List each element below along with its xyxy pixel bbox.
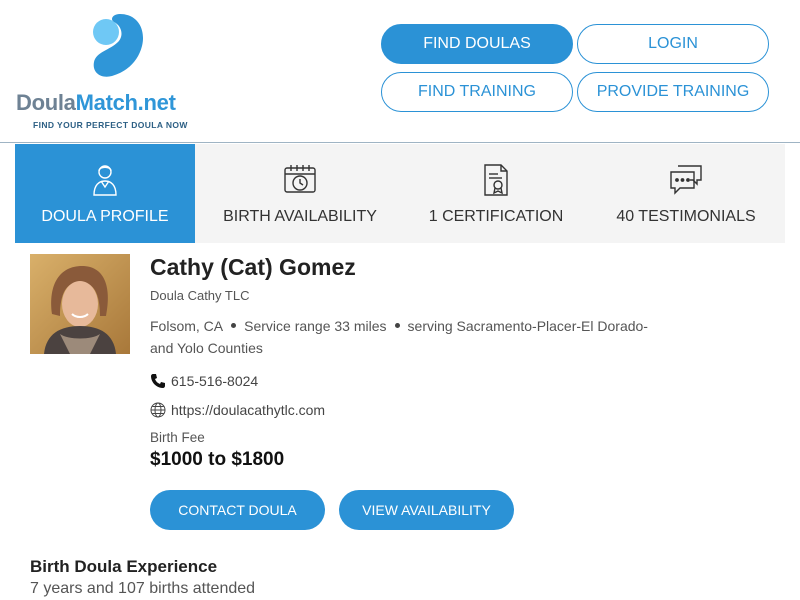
separator-dot: [231, 323, 237, 329]
site-header: DoulaMatch.net FIND YOUR PERFECT DOULA N…: [0, 0, 800, 143]
provide-training-button[interactable]: PROVIDE TRAINING: [577, 72, 769, 112]
brand-tagline: FIND YOUR PERFECT DOULA NOW: [33, 120, 188, 130]
login-button[interactable]: LOGIN: [577, 24, 769, 64]
certificate-icon: [484, 164, 508, 196]
location-info: Folsom, CA Service range 33 miles serving …: [150, 315, 650, 359]
experience-text: 7 years and 107 births attended: [30, 580, 256, 597]
view-availability-button[interactable]: VIEW AVAILABILITY: [339, 490, 514, 530]
brand-name: DoulaMatch.net: [16, 90, 176, 115]
phone-row[interactable]: 615-516-8024: [150, 373, 258, 389]
find-training-button[interactable]: FIND TRAINING: [381, 72, 573, 112]
doula-person-icon: [93, 165, 117, 196]
tab-label: 40 TESTIMONIALS: [616, 208, 756, 225]
tab-certification[interactable]: 1 CERTIFICATION: [405, 144, 587, 243]
site-logo[interactable]: DoulaMatch.net FIND YOUR PERFECT DOULA N…: [16, 10, 226, 132]
website-link[interactable]: https://doulacathytlc.com: [171, 402, 325, 418]
experience-title: Birth Doula Experience: [30, 557, 218, 576]
separator-dot: [394, 323, 400, 329]
logo-mark-icon: [93, 14, 144, 77]
service-range: Service range 33 miles: [244, 318, 387, 334]
doula-photo: [30, 254, 130, 354]
profile-tabs: DOULA PROFILE BIRTH AVAILABILITY 1 CERTI…: [15, 144, 785, 243]
business-name: Doula Cathy TLC: [150, 288, 250, 303]
contact-doula-button[interactable]: CONTACT DOULA: [150, 490, 325, 530]
tab-doula-profile[interactable]: DOULA PROFILE: [15, 144, 195, 243]
phone-icon: [151, 374, 165, 388]
doula-name: Cathy (Cat) Gomez: [150, 254, 356, 280]
tab-testimonials[interactable]: 40 TESTIMONIALS: [587, 144, 785, 243]
find-doulas-button[interactable]: FIND DOULAS: [381, 24, 573, 64]
fee-label: Birth Fee: [150, 430, 205, 445]
city: Folsom, CA: [150, 318, 224, 334]
calendar-clock-icon: [284, 165, 316, 193]
website-row[interactable]: https://doulacathytlc.com: [150, 402, 325, 418]
phone-number[interactable]: 615-516-8024: [171, 373, 258, 389]
globe-icon: [150, 402, 166, 418]
tab-label: BIRTH AVAILABILITY: [223, 208, 377, 225]
tab-label: DOULA PROFILE: [41, 208, 169, 225]
tab-label: 1 CERTIFICATION: [428, 208, 564, 225]
fee-value: $1000 to $1800: [150, 449, 285, 470]
chat-bubbles-icon: [670, 165, 702, 195]
tab-birth-availability[interactable]: BIRTH AVAILABILITY: [195, 144, 405, 243]
